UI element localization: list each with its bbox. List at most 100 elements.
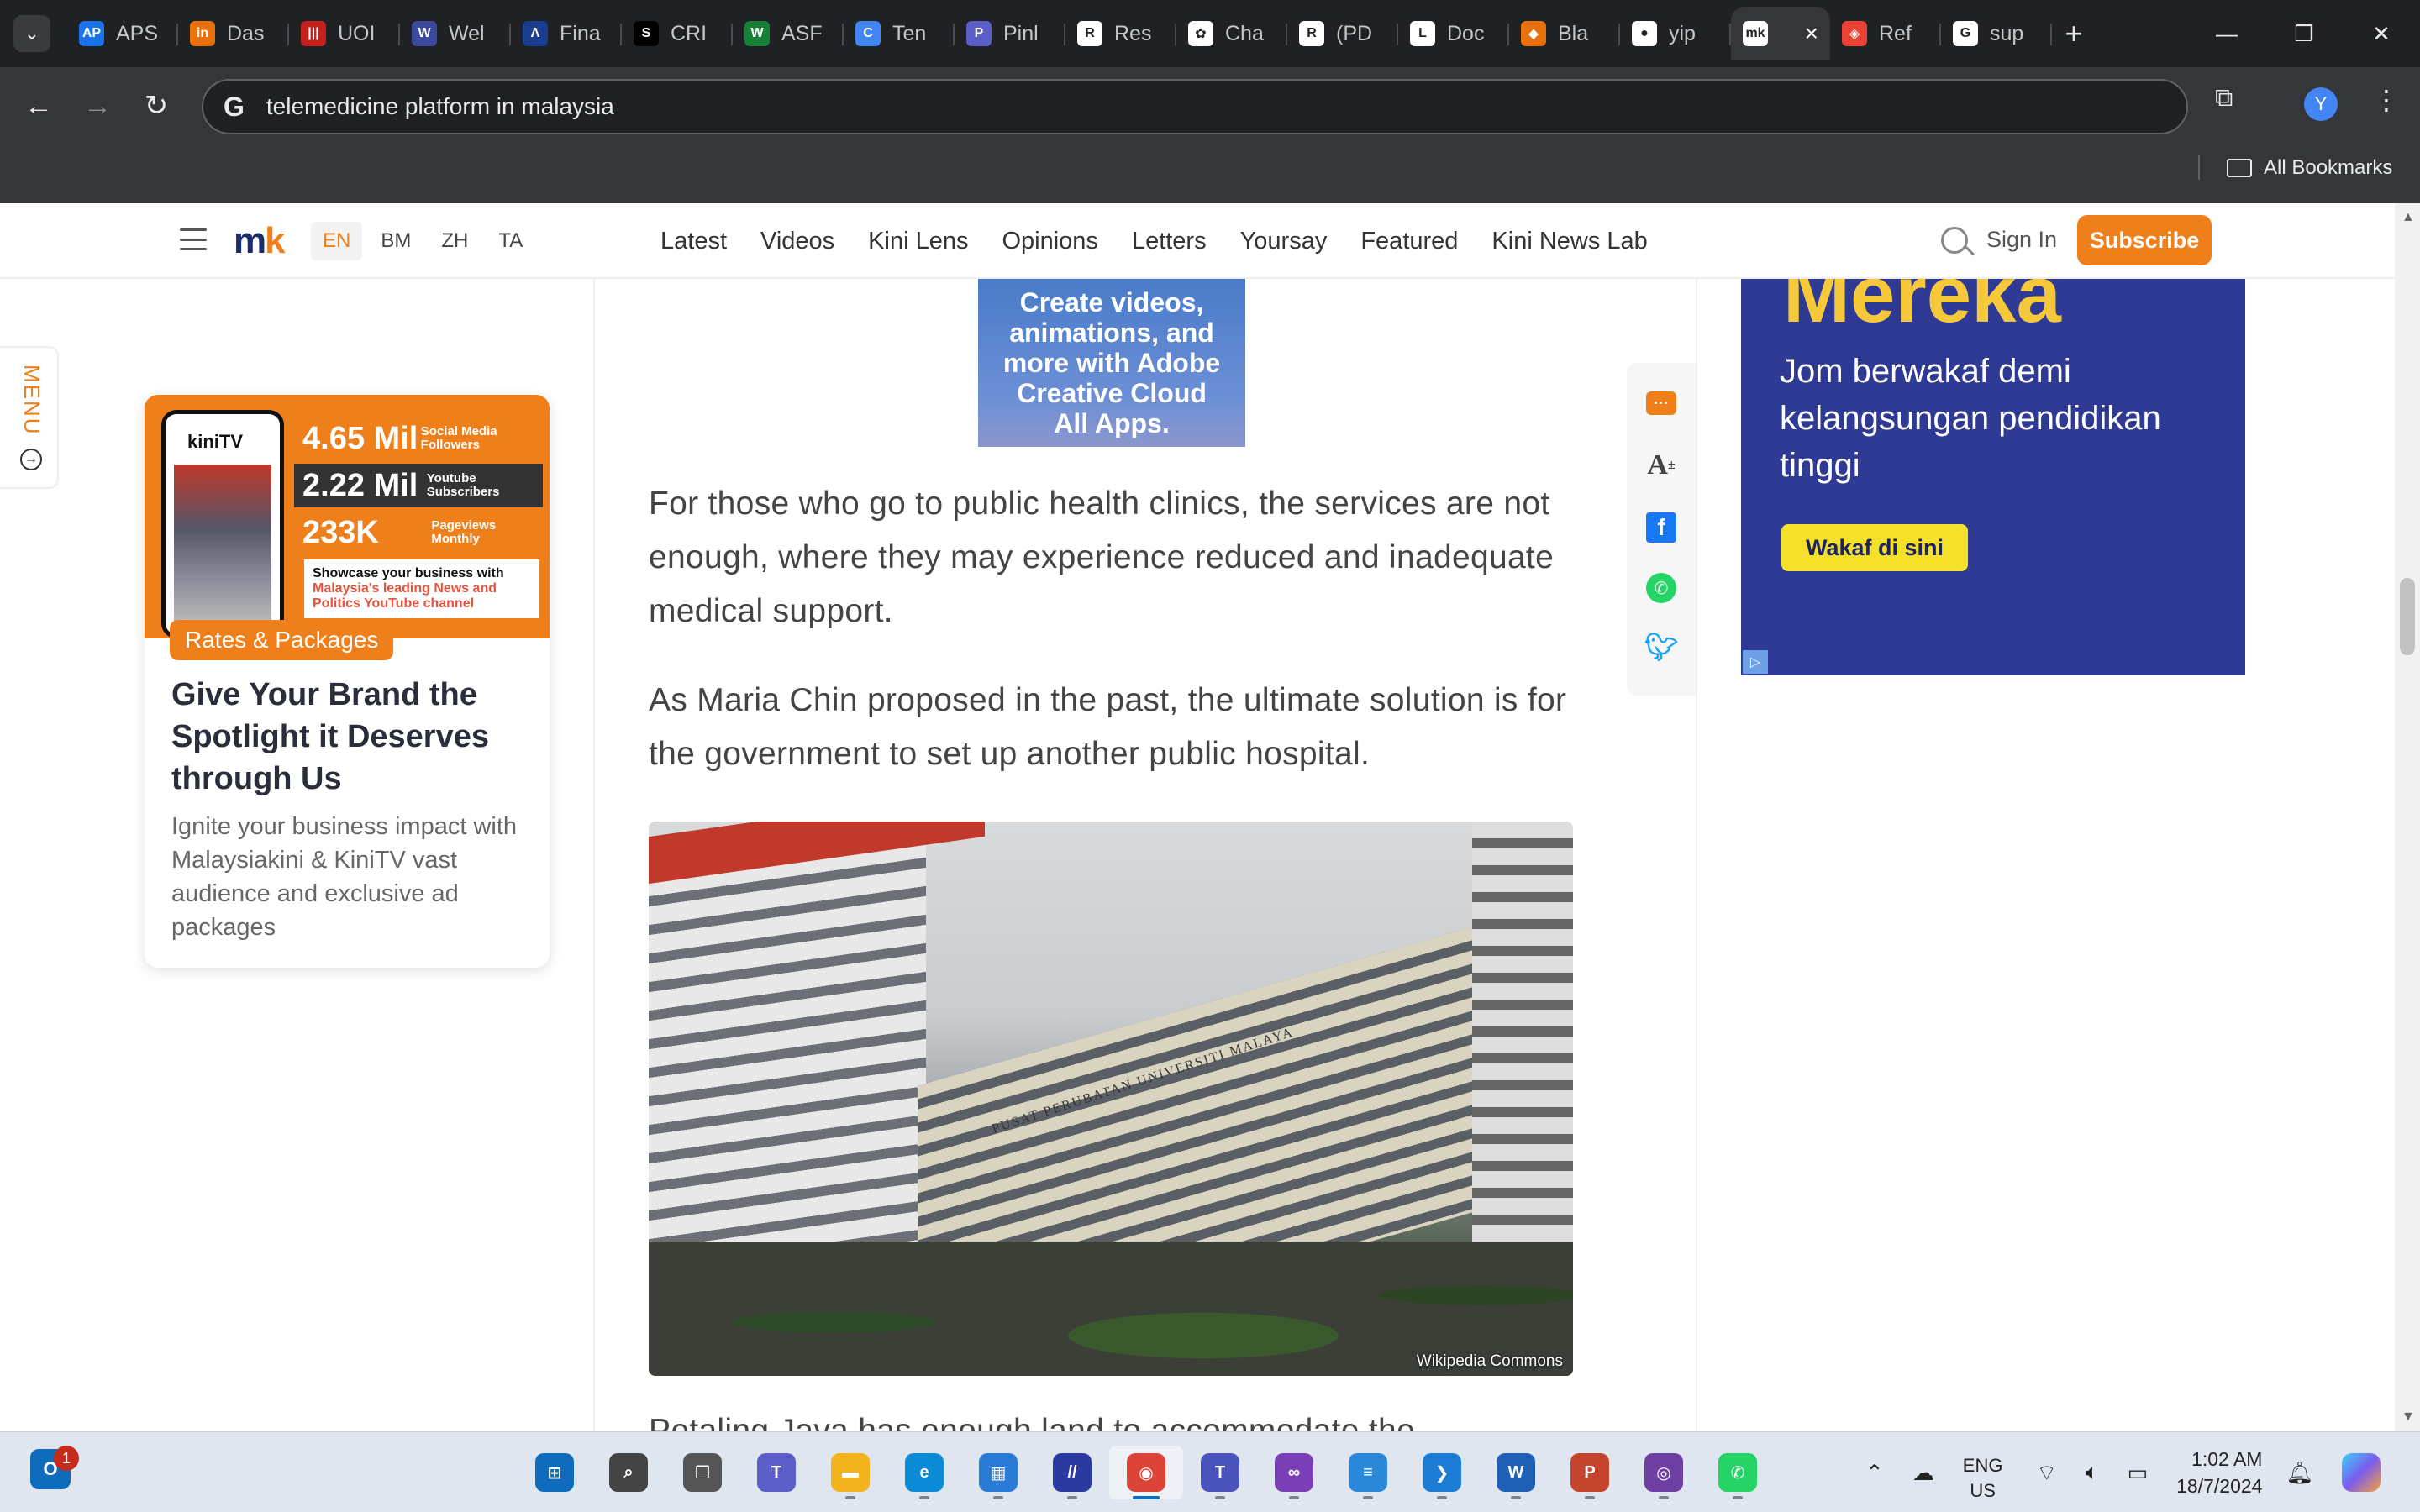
teams-new-taskbar-button[interactable]: T [1183, 1446, 1257, 1499]
browser-tab[interactable]: W ASF [733, 7, 844, 60]
browser-tab[interactable]: ||| UOI [289, 7, 400, 60]
wakaf-button[interactable]: Wakaf di sini [1781, 524, 1968, 571]
subscribe-button[interactable]: Subscribe [2077, 215, 2212, 265]
browser-tab[interactable]: W Wel [400, 7, 511, 60]
vscode-taskbar-button[interactable]: ❯ [1405, 1446, 1479, 1499]
windows-start-taskbar-button[interactable]: ⊞ [518, 1446, 592, 1499]
visual-studio-taskbar-button[interactable]: ∞ [1257, 1446, 1331, 1499]
scroll-down-icon[interactable]: ▼ [2402, 1410, 2415, 1425]
chevron-up-icon[interactable]: ⌃ [1865, 1460, 1884, 1486]
whatsapp-taskbar-button[interactable]: ✆ [1701, 1446, 1775, 1499]
sign-in-link[interactable]: Sign In [1986, 227, 2057, 253]
volume-icon[interactable]: 🔈︎ [2086, 1459, 2099, 1486]
notepad-taskbar-button[interactable]: ≡ [1331, 1446, 1405, 1499]
extensions-icon[interactable]: ⧉ [2215, 84, 2249, 118]
browser-tab[interactable]: L Doc [1398, 7, 1509, 60]
search-taskbar-button[interactable]: ⌕ [592, 1446, 666, 1499]
malaysiakini-logo[interactable]: mk [234, 220, 286, 262]
scrollbar-thumb[interactable] [2400, 578, 2415, 655]
clock-date: 18/7/2024 [2176, 1475, 2263, 1497]
sketch-app-taskbar-button[interactable]: // [1035, 1446, 1109, 1499]
browser-tab[interactable]: in Das [178, 7, 289, 60]
nav-link[interactable]: Kini Lens [868, 223, 968, 259]
browser-tab[interactable]: C Ten [844, 7, 955, 60]
github-desktop-taskbar-button[interactable]: ◎ [1627, 1446, 1701, 1499]
task-view-taskbar-button[interactable]: ❐ [666, 1446, 739, 1499]
whatsapp-icon[interactable]: ✆ [1646, 573, 1676, 603]
browser-tab[interactable]: ◈ Ref [1830, 7, 1941, 60]
word-taskbar-button[interactable]: W [1479, 1446, 1553, 1499]
browser-tab[interactable]: Gsup [1941, 7, 2052, 60]
onedrive-icon[interactable]: ☁ [1912, 1460, 1934, 1486]
tab-title: UOI [338, 21, 376, 45]
browser-tab[interactable]: AP APS [67, 7, 178, 60]
browser-tab[interactable]: P Pinl [955, 7, 1065, 60]
tab-close-icon[interactable]: × [1805, 20, 1818, 47]
address-bar[interactable]: G telemedicine platform in malaysia [202, 79, 2188, 134]
back-icon[interactable]: ← [22, 89, 55, 123]
browser-menu-icon[interactable]: ⋮ [2373, 84, 2400, 116]
side-menu-tab[interactable]: MENU → [0, 346, 59, 489]
promo-card[interactable]: kiniTV 4.65 Mil Social Media Followers 2.2… [145, 395, 550, 1253]
language-option[interactable]: TA [487, 222, 534, 260]
language-option[interactable]: ZH [429, 222, 480, 260]
notification-bell-icon[interactable]: 🔔︎ [2286, 1460, 2313, 1486]
restore-icon[interactable]: ❐ [2265, 0, 2343, 67]
wifi-icon[interactable]: ⌔ [2036, 1459, 2056, 1487]
rates-packages-badge[interactable]: Rates & Packages [170, 620, 394, 660]
reload-icon[interactable]: ↻ [139, 89, 173, 123]
browser-tab[interactable]: R Res [1065, 7, 1176, 60]
powerpoint-taskbar-button[interactable]: P [1553, 1446, 1627, 1499]
profile-avatar[interactable]: Y [2304, 87, 2338, 121]
whatsapp-icon: ✆ [1718, 1453, 1757, 1492]
system-clock[interactable]: 1:02 AM 18/7/2024 [2176, 1446, 2262, 1499]
clock-time: 1:02 AM [2191, 1448, 2263, 1470]
browser-tab[interactable]: ◆ Bla [1509, 7, 1620, 60]
input-language[interactable]: ENG US [1963, 1453, 2003, 1501]
browser-tab[interactable]: ✿ Cha [1176, 7, 1287, 60]
nav-link[interactable]: Letters [1132, 223, 1207, 259]
hamburger-menu-icon[interactable] [180, 228, 207, 250]
nav-link[interactable]: Kini News Lab [1491, 223, 1647, 259]
search-icon[interactable] [1941, 227, 1968, 254]
wakaf-ad-banner[interactable]: Mereka Jom berwakaf demi kelangsungan pe… [1741, 279, 2245, 675]
all-bookmarks-button[interactable]: All Bookmarks [2227, 151, 2392, 185]
edge-taskbar-button[interactable]: e [887, 1446, 961, 1499]
browser-tab[interactable]: S CRI [622, 7, 733, 60]
tab-search-button[interactable]: ⌄ [13, 15, 50, 52]
browser-tab[interactable]: ● yip [1620, 7, 1731, 60]
scroll-up-icon[interactable]: ▲ [2402, 210, 2415, 225]
facebook-icon[interactable]: f [1646, 512, 1676, 543]
address-text: telemedicine platform in malaysia [266, 93, 614, 119]
adobe-ad-banner[interactable]: Create videos, animations, and more with… [978, 279, 1245, 447]
asf-icon: W [744, 21, 770, 46]
promo-title[interactable]: Give Your Brand the Spotlight it Deserve… [171, 674, 524, 800]
language-option[interactable]: EN [311, 222, 363, 260]
twitter-icon[interactable]: 🐦︎ [1644, 632, 1679, 662]
adchoices-icon[interactable]: ▷ [1743, 650, 1768, 674]
nav-link[interactable]: Featured [1360, 223, 1458, 259]
language-option[interactable]: BM [369, 222, 423, 260]
teams-taskbar-button[interactable]: T [739, 1446, 813, 1499]
nav-link[interactable]: Yoursay [1240, 223, 1328, 259]
nav-link[interactable]: Videos [760, 223, 834, 259]
new-tab-icon[interactable]: + [2052, 7, 2096, 60]
browser-tab[interactable]: R (PD [1287, 7, 1398, 60]
battery-icon[interactable]: ▭ [2128, 1460, 2149, 1486]
close-window-icon[interactable]: ✕ [2343, 0, 2420, 67]
nav-link[interactable]: Opinions [1002, 223, 1097, 259]
copilot-icon[interactable] [2342, 1453, 2381, 1492]
text-size-icon[interactable]: A ± [1646, 449, 1676, 480]
page-scrollbar[interactable]: ▲ ▼ [2395, 203, 2420, 1431]
promo-showcase: Showcase your business with Malaysia's l… [304, 559, 539, 618]
comment-icon[interactable]: ··· [1646, 391, 1676, 415]
forward-icon[interactable]: → [81, 89, 114, 123]
minimize-icon[interactable]: — [2188, 0, 2265, 67]
outlook-taskbar-button[interactable]: O 1 [30, 1446, 79, 1496]
chrome-taskbar-button[interactable]: ◉ [1109, 1446, 1183, 1499]
browser-tab[interactable]: Λ Fina [511, 7, 622, 60]
nav-link[interactable]: Latest [660, 223, 727, 259]
browser-tab[interactable]: mk × [1731, 7, 1830, 60]
file-explorer-taskbar-button[interactable]: ▬ [813, 1446, 887, 1499]
microsoft-store-taskbar-button[interactable]: ▦ [961, 1446, 1035, 1499]
